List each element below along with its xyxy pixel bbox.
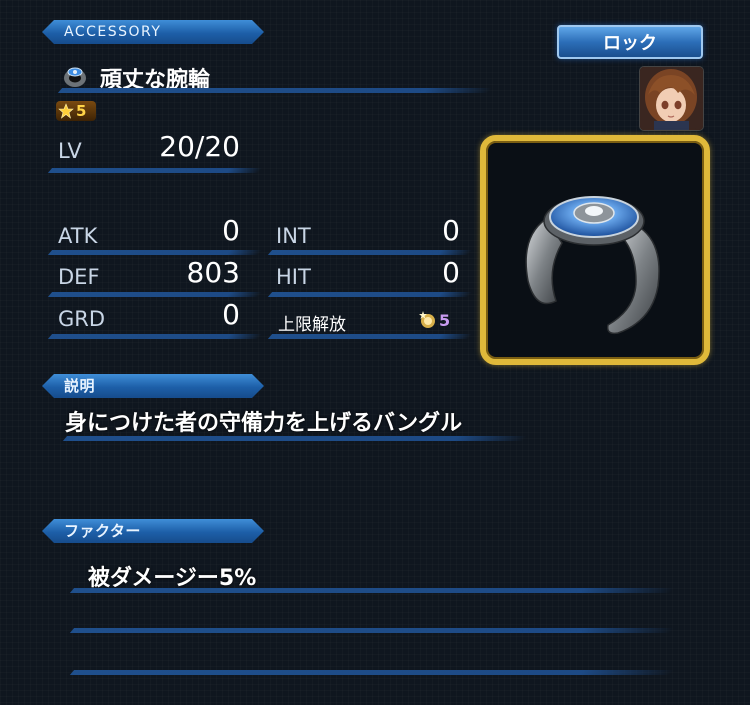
atk-underline bbox=[47, 250, 263, 255]
def-label: DEF bbox=[58, 265, 100, 289]
factor-line-3 bbox=[69, 670, 675, 675]
item-image-frame bbox=[480, 135, 710, 365]
description-header-label: 説明 bbox=[64, 377, 96, 395]
level-underline bbox=[47, 168, 263, 173]
limit-break-badge: 5 bbox=[418, 309, 458, 331]
def-value: 803 bbox=[186, 256, 240, 289]
rarity-value: 5 bbox=[76, 102, 87, 120]
grd-label: GRD bbox=[58, 307, 106, 331]
limit-break-value: 5 bbox=[439, 310, 451, 330]
limit-break-icon bbox=[419, 311, 435, 328]
level-label: LV bbox=[58, 139, 82, 163]
grd-value: 0 bbox=[222, 298, 240, 331]
star-icon bbox=[58, 103, 74, 119]
character-portrait[interactable] bbox=[640, 67, 703, 130]
factor-header-label: ファクター bbox=[64, 522, 141, 540]
limit-break-underline bbox=[267, 334, 473, 339]
grd-underline bbox=[47, 334, 263, 339]
int-underline bbox=[267, 250, 473, 255]
lock-button-label: ロック bbox=[603, 33, 657, 54]
ring-icon bbox=[62, 63, 88, 89]
hit-label: HIT bbox=[276, 265, 311, 289]
factor-line-1 bbox=[69, 588, 675, 593]
hit-underline bbox=[267, 292, 473, 297]
description-header: 説明 bbox=[42, 374, 264, 398]
description-text: 身につけた者の守備力を上げるバングル bbox=[65, 411, 463, 436]
def-underline bbox=[47, 292, 263, 297]
hit-value: 0 bbox=[442, 256, 460, 289]
name-underline bbox=[57, 88, 493, 93]
factor-header: ファクター bbox=[42, 519, 264, 543]
level-value: 20/20 bbox=[159, 130, 240, 163]
lock-button[interactable]: ロック bbox=[557, 25, 703, 59]
bangle-image bbox=[525, 196, 660, 335]
limit-break-label: 上限解放 bbox=[278, 315, 346, 335]
rarity-badge: 5 bbox=[56, 101, 96, 121]
atk-label: ATK bbox=[58, 224, 98, 248]
int-value: 0 bbox=[442, 214, 460, 247]
category-header: ACCESSORY bbox=[42, 20, 264, 44]
category-label: ACCESSORY bbox=[64, 24, 162, 40]
int-label: INT bbox=[276, 224, 311, 248]
description-underline bbox=[62, 436, 528, 441]
atk-value: 0 bbox=[222, 214, 240, 247]
portrait-image bbox=[640, 67, 703, 130]
factor-line-2 bbox=[69, 628, 675, 633]
